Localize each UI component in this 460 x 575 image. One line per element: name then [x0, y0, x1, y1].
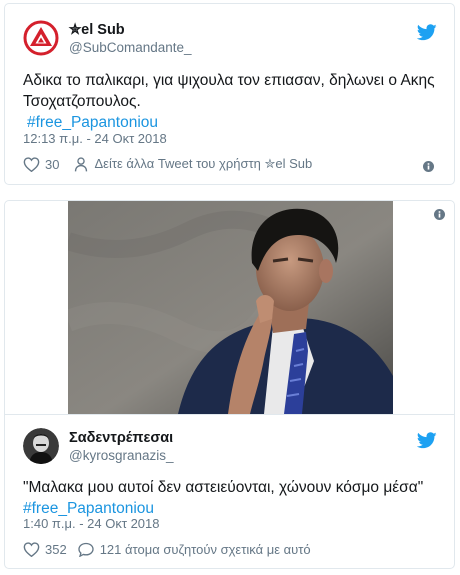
tweet-body: Αδικα το παλικαρι, για ψιχουλα τον επιασ…	[23, 72, 435, 110]
user-handle[interactable]: @SubComandante_	[69, 39, 192, 56]
like-count[interactable]: 30	[45, 157, 59, 172]
tweet-text: "Μαλακα μου αυτοί δεν αστειεύονται, χώνο…	[23, 477, 440, 519]
hashtag-link[interactable]: #free_Papantoniou	[27, 112, 158, 133]
avatar[interactable]	[23, 428, 59, 464]
speech-bubble-icon[interactable]	[78, 542, 94, 557]
display-name[interactable]: ✮el Sub	[69, 21, 192, 39]
tweet-actions: 30 Δείτε άλλα Tweet του χρήστη ✮el Sub	[23, 156, 312, 172]
media-divider	[5, 414, 454, 415]
tweet-header[interactable]: ✮el Sub @SubComandante_	[23, 20, 192, 56]
twitter-bird-icon[interactable]	[417, 432, 437, 449]
avatar[interactable]	[23, 20, 59, 56]
person-icon[interactable]	[74, 156, 88, 172]
timestamp[interactable]: 12:13 π.μ. - 24 Οκτ 2018	[23, 131, 167, 146]
twitter-bird-icon[interactable]	[417, 24, 437, 41]
timestamp[interactable]: 1:40 π.μ. - 24 Οκτ 2018	[23, 516, 160, 531]
tweet-body: "Μαλακα μου αυτοί δεν αστειεύονται, χώνο…	[23, 479, 424, 496]
tweet-text: Αδικα το παλικαρι, για ψιχουλα τον επιασ…	[23, 70, 440, 133]
red-triangle-logo-icon	[23, 20, 59, 56]
info-icon[interactable]	[434, 209, 445, 220]
like-count[interactable]: 352	[45, 542, 67, 557]
discussion-link[interactable]: 121 άτομα συζητούν σχετικά με αυτό	[100, 542, 311, 557]
display-name[interactable]: Σαδεντρέπεσαι	[69, 429, 174, 447]
tweet-card-2: Σαδεντρέπεσαι @kyrosgranazis_ "Μαλακα μο…	[4, 200, 455, 569]
heart-icon[interactable]	[23, 156, 40, 172]
tweet-card-1: ✮el Sub @SubComandante_ Αδικα το παλικαρ…	[4, 3, 455, 185]
profile-photo-icon	[23, 428, 59, 464]
info-icon[interactable]	[423, 161, 434, 172]
tweet-actions: 352 121 άτομα συζητούν σχετικά με αυτό	[23, 542, 311, 557]
tweet-media-photo[interactable]	[68, 201, 393, 414]
tweet-header[interactable]: Σαδεντρέπεσαι @kyrosgranazis_	[23, 428, 174, 464]
heart-icon[interactable]	[23, 542, 40, 557]
user-handle[interactable]: @kyrosgranazis_	[69, 447, 174, 464]
more-tweets-link[interactable]: Δείτε άλλα Tweet του χρήστη ✮el Sub	[94, 156, 312, 172]
